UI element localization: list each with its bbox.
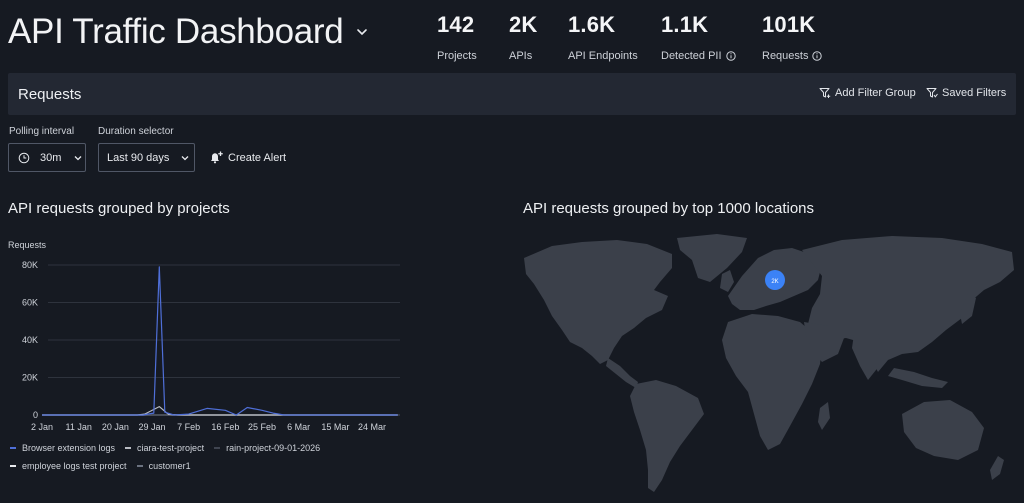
- saved-filters-label: Saved Filters: [942, 87, 1007, 99]
- legend-swatch: [125, 447, 132, 449]
- projects-chart-title: API requests grouped by projects: [8, 200, 230, 217]
- x-tick-label: 15 Mar: [321, 422, 349, 432]
- y-axis-label: Requests: [8, 240, 47, 250]
- legend-swatch: [10, 465, 16, 467]
- y-tick-label: 20K: [22, 373, 38, 383]
- indonesia-shape: [888, 368, 948, 388]
- saved-filters-button[interactable]: Saved Filters: [926, 87, 1006, 99]
- legend-swatch: [214, 447, 221, 449]
- uk-shape: [720, 270, 734, 292]
- legend-label: employee logs test project: [22, 461, 127, 471]
- stat-label: Requests: [762, 50, 809, 62]
- legend-item[interactable]: employee logs test project: [10, 461, 127, 471]
- x-tick-label: 7 Feb: [177, 422, 200, 432]
- x-tick-label: 24 Mar: [358, 422, 386, 432]
- legend-label: customer1: [148, 461, 191, 471]
- add-filter-group-label: Add Filter Group: [835, 87, 916, 99]
- stats-bar: 142 Projects 2K APIs 1.6K API Endpoints …: [0, 12, 1024, 62]
- central-america-shape: [606, 358, 638, 388]
- stat-label: APIs: [509, 50, 533, 62]
- polling-interval-label: Polling interval: [9, 126, 75, 137]
- x-tick-label: 20 Jan: [102, 422, 129, 432]
- legend-label: rain-project-09-01-2026: [226, 443, 321, 453]
- polling-interval-select[interactable]: 30m: [8, 143, 86, 172]
- x-tick-label: 2 Jan: [31, 422, 53, 432]
- location-marker-label: 2K: [771, 279, 778, 285]
- legend-row: employee logs test project customer1: [10, 461, 410, 471]
- duration-select[interactable]: Last 90 days: [98, 143, 195, 172]
- clock-icon: [18, 152, 30, 163]
- stat-label: API Endpoints: [568, 50, 638, 62]
- chevron-down-icon: [74, 155, 82, 160]
- x-tick-label: 29 Jan: [138, 422, 165, 432]
- stat-projects: 142 Projects: [437, 12, 477, 62]
- x-tick-label: 11 Jan: [65, 422, 91, 432]
- series-line: [42, 406, 398, 416]
- stat-apis: 2K APIs: [509, 12, 538, 62]
- stat-value: 2K: [509, 12, 538, 37]
- legend-row: Browser extension logs ciara-test-project…: [10, 443, 410, 453]
- filter-add-icon: [819, 88, 831, 98]
- create-alert-label: Create Alert: [228, 151, 287, 164]
- info-icon[interactable]: [812, 51, 823, 61]
- stat-value: 1.1K: [661, 12, 709, 37]
- create-alert-button[interactable]: Create Alert: [209, 150, 286, 165]
- filter-saved-icon: [926, 88, 938, 98]
- stat-value: 101K: [762, 12, 816, 37]
- madagascar-shape: [818, 402, 830, 430]
- bell-plus-icon: [211, 151, 223, 164]
- legend-item[interactable]: ciara-test-project: [125, 443, 204, 453]
- series-line: [42, 266, 398, 416]
- stat-requests: 101K Requests: [762, 12, 823, 62]
- australia-shape: [902, 400, 984, 460]
- greenland-shape: [677, 234, 747, 282]
- section-title-requests: Requests: [18, 86, 82, 103]
- header: API Traffic Dashboard 142 Projects 2K AP…: [0, 0, 1024, 72]
- duration-selector-label: Duration selector: [98, 126, 174, 137]
- chevron-down-icon: [181, 155, 189, 160]
- legend-label: ciara-test-project: [137, 443, 205, 453]
- world-map[interactable]: 2K: [522, 230, 1016, 498]
- new-zealand-shape: [990, 456, 1004, 480]
- legend-item[interactable]: rain-project-09-01-2026: [214, 443, 320, 453]
- info-icon[interactable]: [725, 51, 736, 61]
- south-america-shape: [630, 380, 704, 492]
- stat-label: Projects: [437, 50, 477, 62]
- legend-item[interactable]: customer1: [136, 461, 191, 471]
- stat-value: 1.6K: [568, 12, 616, 37]
- stat-value: 142: [437, 12, 475, 37]
- x-tick-label: 6 Mar: [287, 422, 310, 432]
- polling-interval-value: 30m: [40, 151, 62, 164]
- x-tick-label: 16 Feb: [211, 422, 239, 432]
- legend-label: Browser extension logs: [22, 443, 116, 453]
- stat-api-endpoints: 1.6K API Endpoints: [568, 12, 638, 62]
- location-marker[interactable]: 2K: [765, 270, 785, 290]
- x-tick-label: 25 Feb: [248, 422, 276, 432]
- locations-map-title: API requests grouped by top 1000 locatio…: [523, 200, 815, 217]
- stat-detected-pii: 1.1K Detected PII: [661, 12, 736, 62]
- projects-line-chart: Requests 0 20K 40K 60K 80K 2 Jan 11 Jan 20 Jan 29…: [8, 240, 400, 432]
- india-shape: [852, 334, 884, 380]
- y-tick-label: 0: [33, 410, 38, 420]
- add-filter-group-button[interactable]: Add Filter Group: [819, 87, 916, 99]
- north-america-shape: [524, 240, 672, 364]
- y-tick-label: 60K: [22, 298, 38, 308]
- legend-item[interactable]: Browser extension logs: [10, 443, 115, 453]
- legend-swatch: [136, 465, 143, 467]
- legend-swatch: [10, 447, 16, 449]
- chart-legend: Browser extension logs ciara-test-project…: [10, 443, 410, 479]
- dashboard-root: API Traffic Dashboard 142 Projects 2K AP…: [0, 0, 1024, 503]
- requests-filter-bar: Requests Add Filter Group Saved Filters: [8, 73, 1016, 115]
- y-tick-label: 80K: [22, 260, 38, 270]
- duration-value: Last 90 days: [107, 151, 170, 164]
- y-tick-label: 40K: [22, 335, 38, 345]
- stat-label: Detected PII: [661, 50, 722, 62]
